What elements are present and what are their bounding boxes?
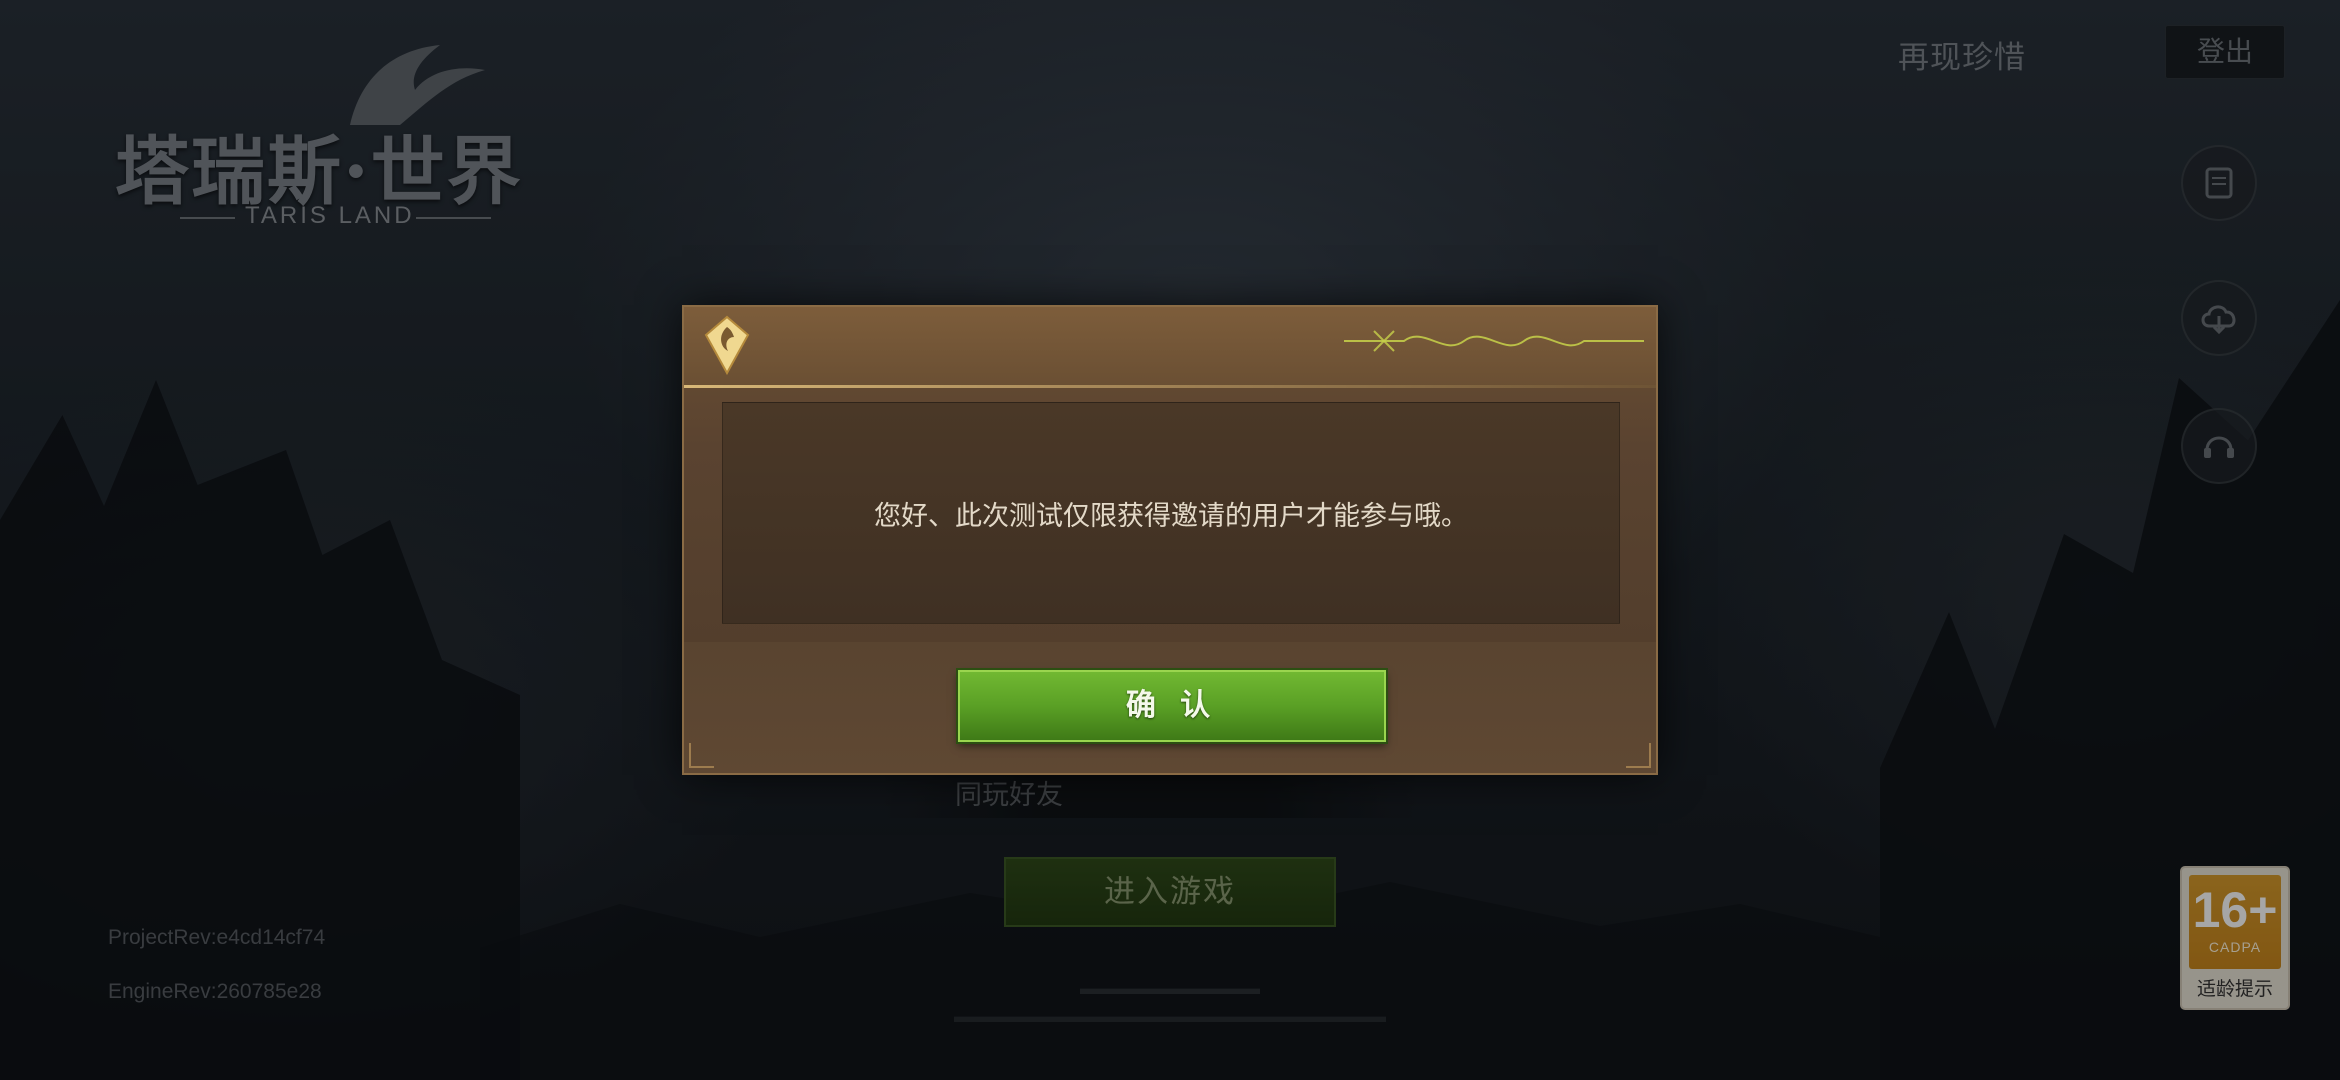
dialog-header-divider bbox=[684, 385, 1656, 388]
corner-ornament-icon bbox=[689, 743, 714, 768]
emblem-icon bbox=[704, 315, 750, 375]
confirm-button[interactable]: 确 认 bbox=[958, 670, 1386, 742]
dialog-message: 您好、此次测试仅限获得邀请的用户才能参与哦。 bbox=[874, 500, 1468, 531]
dialog-body: 您好、此次测试仅限获得邀请的用户才能参与哦。 bbox=[722, 402, 1620, 624]
dialog-header bbox=[684, 307, 1656, 387]
ornament-decoration-icon bbox=[1344, 330, 1644, 352]
corner-ornament-icon bbox=[1626, 743, 1651, 768]
invite-only-dialog: 您好、此次测试仅限获得邀请的用户才能参与哦。 确 认 bbox=[682, 305, 1658, 775]
